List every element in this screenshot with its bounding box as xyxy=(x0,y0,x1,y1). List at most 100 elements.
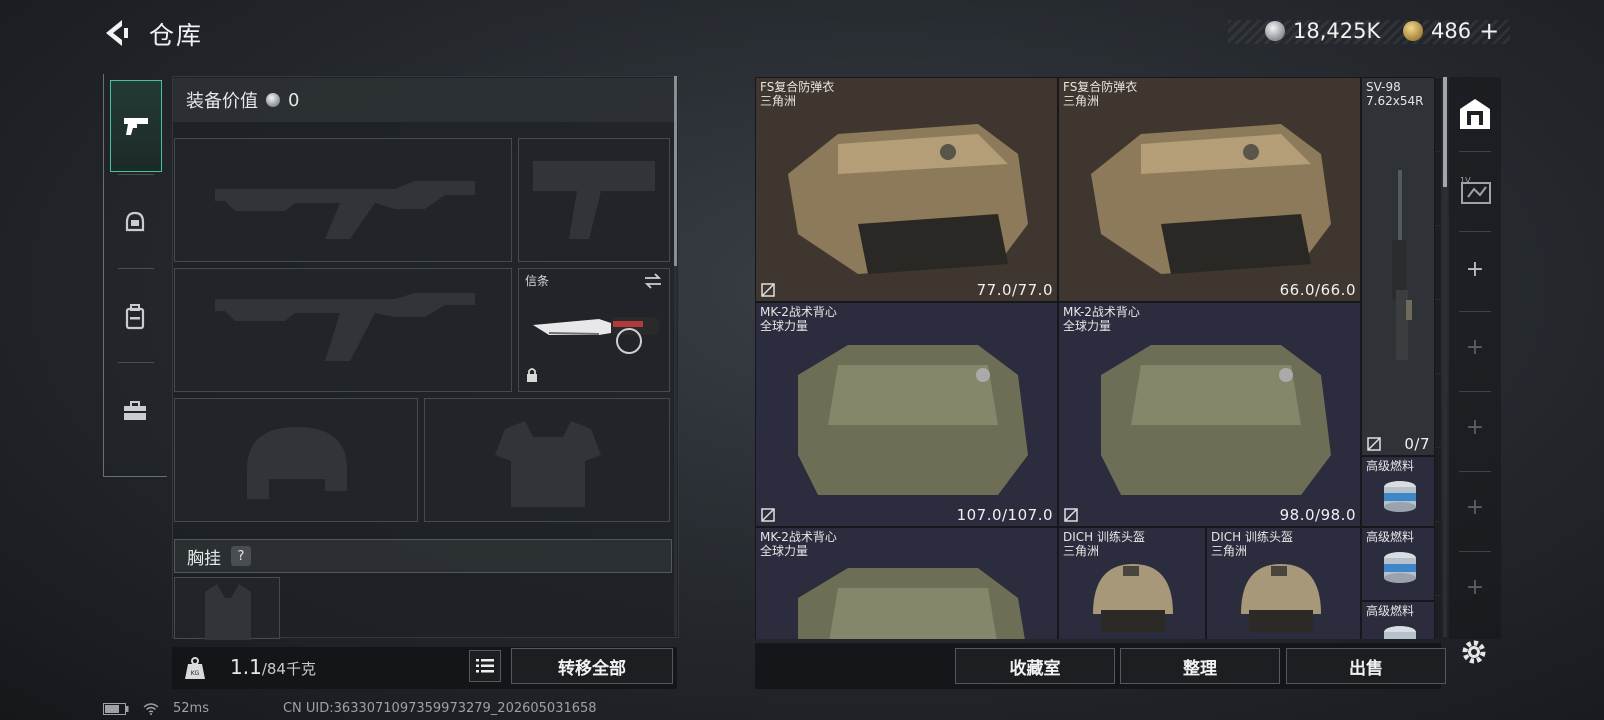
stash-item[interactable]: FS复合防弹衣 三角洲 66.0/66.0 xyxy=(1058,77,1361,302)
add-gold-button[interactable]: + xyxy=(1479,17,1499,45)
silver-amount: 18,425K xyxy=(1293,19,1381,43)
stash-item[interactable]: FS复合防弹衣 三角洲 77.0/77.0 xyxy=(755,77,1058,302)
sniper-rifle-icon xyxy=(1392,170,1412,360)
item-name: 高级燃料 xyxy=(1366,604,1415,618)
helmet-icon xyxy=(1241,564,1321,632)
add-stash-page-button[interactable]: + xyxy=(1449,575,1501,600)
sort-button[interactable]: 整理 xyxy=(1120,648,1280,684)
item-durability: 107.0/107.0 xyxy=(956,506,1053,524)
gold-amount: 486 xyxy=(1431,19,1472,43)
add-stash-page-button[interactable]: + xyxy=(1449,335,1501,360)
tactical-vest-icon xyxy=(798,345,1028,495)
stash-page-icon[interactable]: 1V xyxy=(1458,175,1494,211)
no-insurance-icon xyxy=(761,508,775,522)
transfer-all-button[interactable]: 转移全部 xyxy=(511,648,673,684)
item-durability: 77.0/77.0 xyxy=(976,281,1053,299)
swap-icon[interactable] xyxy=(643,273,663,293)
add-stash-page-button[interactable]: + xyxy=(1449,415,1501,440)
item-name: MK-2战术背心 xyxy=(1063,305,1140,319)
helmet-icon xyxy=(125,211,145,232)
no-insurance-icon xyxy=(1367,437,1381,451)
svg-text:KG: KG xyxy=(191,670,200,677)
chest-rig-label: 胸挂 xyxy=(187,548,221,569)
tab-tools[interactable] xyxy=(110,366,160,456)
stash-item[interactable]: 高级燃料 xyxy=(1361,456,1435,527)
battery-icon xyxy=(103,702,129,715)
armor-slot[interactable] xyxy=(424,398,670,522)
item-subtitle: 三角洲 xyxy=(1063,94,1100,108)
wifi-icon xyxy=(143,702,159,715)
knife-icon xyxy=(533,317,659,354)
stash-item[interactable]: MK-2战术背心 全球力量 98.0/98.0 xyxy=(1058,302,1361,527)
svg-text:1V: 1V xyxy=(1460,176,1471,185)
silver-coin-icon xyxy=(266,93,280,107)
item-name: 高级燃料 xyxy=(1366,459,1415,473)
fuel-can-icon xyxy=(1384,481,1416,512)
stash-item[interactable]: SV-98 7.62x54R 0/7 xyxy=(1361,77,1435,456)
stash-item[interactable]: 高级燃料 xyxy=(1361,527,1435,601)
lock-icon xyxy=(525,367,539,387)
no-insurance-icon xyxy=(1064,508,1078,522)
tab-backpack[interactable] xyxy=(110,272,160,362)
item-subtitle: 全球力量 xyxy=(760,319,809,333)
tab-weapons[interactable] xyxy=(110,80,162,172)
collection-room-button[interactable]: 收藏室 xyxy=(955,648,1115,684)
armor-vest-icon xyxy=(1091,124,1331,274)
stash-scrollbar-thumb[interactable] xyxy=(1443,77,1447,187)
settings-gear-icon[interactable] xyxy=(1459,637,1489,671)
equipment-value-label: 装备价值 xyxy=(186,91,258,112)
tab-gear[interactable] xyxy=(110,178,160,268)
item-name: DICH 训练头盔 xyxy=(1211,530,1293,544)
secondary-weapon-slot[interactable] xyxy=(174,268,512,392)
stash-item[interactable]: DICH 训练头盔 三角洲 xyxy=(1058,527,1206,639)
item-name: DICH 训练头盔 xyxy=(1063,530,1145,544)
stash-item[interactable]: DICH 训练头盔 三角洲 xyxy=(1206,527,1361,639)
no-insurance-icon xyxy=(761,283,775,297)
stash-item[interactable]: MK-2战术背心 全球力量 107.0/107.0 xyxy=(755,302,1058,527)
toolbox-icon xyxy=(124,401,146,420)
item-subtitle: 全球力量 xyxy=(1063,319,1112,333)
item-subtitle: 7.62x54R xyxy=(1366,94,1424,108)
fuel-can-icon xyxy=(1384,626,1416,639)
stash-item[interactable]: 高级燃料 xyxy=(1361,601,1435,639)
item-name: SV-98 xyxy=(1366,80,1401,94)
tactical-vest-icon xyxy=(1101,345,1331,495)
melee-slot[interactable]: 信条 xyxy=(518,268,670,392)
add-stash-page-button[interactable]: + xyxy=(1449,495,1501,520)
chest-rig-slot[interactable] xyxy=(174,577,280,640)
silver-coin-icon xyxy=(1265,21,1285,41)
helmet-slot[interactable] xyxy=(174,398,418,522)
item-name: MK-2战术背心 xyxy=(760,305,837,319)
stash-pages-nav: 1V + + + + + xyxy=(1449,77,1501,639)
silver-currency: 18,425K xyxy=(1265,18,1380,44)
back-arrow-icon[interactable] xyxy=(100,16,134,50)
loadout-scrollbar-thumb[interactable] xyxy=(674,76,677,266)
sell-button[interactable]: 出售 xyxy=(1286,648,1446,684)
armor-vest-icon xyxy=(788,124,1028,274)
item-name: 高级燃料 xyxy=(1366,530,1415,544)
helmet-icon xyxy=(1093,564,1173,632)
pistol-icon xyxy=(124,118,148,135)
sidearm-slot[interactable] xyxy=(518,138,670,262)
backpack-icon xyxy=(125,304,145,330)
item-durability: 0/7 xyxy=(1404,435,1430,453)
item-durability: 98.0/98.0 xyxy=(1279,506,1356,524)
gold-coin-icon xyxy=(1403,21,1423,41)
primary-weapon-slot[interactable] xyxy=(174,138,512,262)
help-icon[interactable]: ? xyxy=(231,546,251,566)
rifle-silhouette-icon xyxy=(215,293,475,361)
gold-currency[interactable]: 486 + xyxy=(1403,17,1499,45)
list-view-button[interactable] xyxy=(469,650,501,682)
status-bar: 52ms CN UID:3633071097359973279_20260503… xyxy=(103,701,597,716)
stash-grid: FS复合防弹衣 三角洲 77.0/77.0 FS复合防弹衣 三角洲 66.0/66.… xyxy=(755,77,1441,639)
chest-rig-silhouette-icon xyxy=(205,584,251,640)
add-stash-page-button[interactable]: + xyxy=(1449,257,1501,282)
pistol-silhouette-icon xyxy=(533,161,655,239)
weight-readout: 1.1/84千克 xyxy=(230,655,316,679)
page-title: 仓库 xyxy=(149,21,204,50)
weight-current: 1.1 xyxy=(230,655,262,679)
ping-readout: 52ms xyxy=(173,701,209,716)
stash-home-icon[interactable] xyxy=(1458,97,1492,135)
melee-slot-label: 信条 xyxy=(525,274,550,288)
stash-item[interactable]: MK-2战术背心 全球力量 xyxy=(755,527,1058,639)
